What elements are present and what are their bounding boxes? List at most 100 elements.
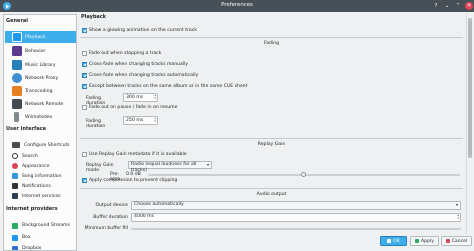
- behavior-icon: [12, 46, 22, 56]
- sidebar-item-notifications[interactable]: Notifications: [5, 182, 76, 190]
- replay-gain-mode-select[interactable]: Radio (equal loudness for all tracks) ▾: [128, 161, 212, 173]
- compression-option[interactable]: Apply compression to prevent clipping: [82, 178, 177, 183]
- window-titlebar[interactable]: Preferences ? ⌄ ⌃ ✕: [0, 0, 474, 12]
- sidebar-item-wiimotedev[interactable]: Wiimotedev: [5, 111, 76, 123]
- glowing-animation-option[interactable]: Show a glowing animation on the current …: [82, 28, 197, 33]
- sidebar-item-configure-shortcuts[interactable]: Configure Shortcuts: [5, 141, 76, 149]
- replay-gain-group-title: Replay Gain: [257, 142, 286, 147]
- fading-duration-spinbox[interactable]: 300 ms ▴ ▾: [123, 93, 158, 102]
- sidebar-item-appearance[interactable]: Appearance: [5, 162, 76, 170]
- compression-checkbox[interactable]: [82, 178, 87, 183]
- apply-button[interactable]: Apply: [410, 236, 439, 246]
- glowing-animation-label: Show a glowing animation on the current …: [89, 28, 197, 33]
- fading-group: Fading Fade out when stopping a track Cr…: [80, 37, 463, 137]
- sidebar-item-label: Wiimotedev: [25, 114, 53, 120]
- sidebar-item-transcoding[interactable]: Transcoding: [5, 85, 76, 97]
- glowing-animation-checkbox[interactable]: [82, 28, 87, 33]
- sidebar-item-label: Internet services: [22, 193, 61, 199]
- minimize-icon[interactable]: ⌄: [443, 2, 451, 10]
- sidebar-item-search[interactable]: Search: [5, 152, 76, 160]
- sidebar-item-network-remote[interactable]: Network Remote: [5, 98, 76, 110]
- apply-button-label: Apply: [421, 238, 434, 244]
- sidebar-item-label: Behavior: [25, 48, 46, 54]
- fading-group-title: Fading: [263, 41, 280, 46]
- background-streams-icon: [12, 222, 18, 229]
- play-icon: [12, 32, 22, 42]
- sidebar-item-label: Search: [22, 153, 38, 159]
- notifications-icon: [12, 183, 18, 189]
- wiimote-icon: [14, 112, 19, 122]
- cancel-button[interactable]: Cancel: [441, 236, 472, 246]
- appearance-icon: [12, 163, 18, 169]
- sidebar-heading-user-interface: User interface: [6, 126, 47, 132]
- sidebar-item-label: Notifications: [22, 183, 51, 189]
- apply-icon: [415, 239, 419, 243]
- output-device-value: Choose automatically: [134, 202, 184, 207]
- sidebar-item-label: Configure Shortcuts: [24, 142, 70, 148]
- buffer-duration-spinbox[interactable]: 4000 ms ▴ ▾: [131, 213, 461, 222]
- transcoding-icon: [12, 86, 22, 96]
- sidebar-item-label: Background Streams: [22, 223, 70, 228]
- spin-arrows-icon[interactable]: ▴ ▾: [154, 94, 156, 100]
- scrollbar-thumb[interactable]: [468, 18, 472, 158]
- replay-gain-group: Replay Gain Use Replay Gain metadata if …: [80, 138, 463, 183]
- except-same-album-checkbox[interactable]: [82, 84, 87, 89]
- pause-fading-duration-value: 250 ms: [126, 118, 144, 123]
- sidebar-item-playback[interactable]: Playback: [5, 31, 76, 43]
- box-icon: [12, 234, 18, 241]
- sidebar-item-label: Appearance: [22, 163, 50, 169]
- sidebar-item-internet-services[interactable]: Internet services: [5, 192, 76, 200]
- output-device-label: Output device: [95, 203, 128, 208]
- use-replay-gain-checkbox[interactable]: [82, 152, 87, 157]
- output-device-select[interactable]: Choose automatically ▾: [131, 201, 461, 210]
- sidebar-heading-internet-providers: Internet providers: [6, 206, 58, 212]
- maximize-icon[interactable]: ⌃: [454, 2, 462, 10]
- close-icon[interactable]: ✕: [465, 2, 473, 10]
- except-same-album-option[interactable]: Except between tracks on the same album …: [82, 84, 247, 89]
- sidebar-item-song-information[interactable]: Song information: [5, 172, 76, 180]
- sidebar-item-network-proxy[interactable]: Network Proxy: [5, 72, 76, 84]
- search-icon: [12, 153, 18, 159]
- buffer-duration-label: Buffer duration: [93, 215, 128, 220]
- fade-pause-resume-option[interactable]: Fade out on pause / fade in on resume: [82, 105, 177, 110]
- use-replay-gain-option[interactable]: Use Replay Gain metadata if it is availa…: [82, 152, 187, 157]
- check-icon: [387, 239, 392, 243]
- song-info-icon: [12, 173, 18, 179]
- sidebar-item-label: Network Proxy: [25, 75, 59, 81]
- sidebar-item-behavior[interactable]: Behavior: [5, 45, 76, 57]
- help-icon[interactable]: ?: [432, 2, 440, 10]
- spin-arrows-icon[interactable]: ▴ ▾: [457, 214, 459, 220]
- sidebar-item-dropbox[interactable]: Dropbox: [5, 244, 76, 250]
- fade-out-on-stop-option[interactable]: Fade out when stopping a track: [82, 51, 161, 56]
- crossfade-auto-option[interactable]: Cross-fade when changing tracks automati…: [82, 73, 198, 78]
- pause-fading-duration-spinbox[interactable]: 250 ms ▴ ▾: [123, 116, 158, 125]
- sidebar-item-label: Song information: [22, 173, 62, 179]
- fade-out-on-stop-checkbox[interactable]: [82, 51, 87, 56]
- sidebar-item-box[interactable]: Box: [5, 233, 76, 242]
- sidebar-item-label: Transcoding: [25, 88, 53, 94]
- dialog-button-bar: OK Apply Cancel: [380, 236, 472, 247]
- page-title: Playback: [81, 14, 107, 20]
- chevron-down-icon: ▾: [206, 162, 209, 167]
- music-library-icon: [12, 60, 22, 70]
- minimum-buffer-fill-label: Minimum buffer fill: [84, 226, 128, 231]
- cancel-icon: [445, 239, 450, 243]
- sidebar-item-music-library[interactable]: Music Library: [5, 59, 76, 71]
- content-scrollbar[interactable]: [466, 14, 472, 234]
- sidebar-item-label: Network Remote: [25, 101, 64, 107]
- minimum-buffer-fill-slider[interactable]: [131, 228, 461, 230]
- crossfade-manual-label: Cross-fade when changing tracks manually: [89, 62, 189, 67]
- sidebar-item-label: Music Library: [25, 62, 56, 68]
- crossfade-auto-label: Cross-fade when changing tracks automati…: [89, 73, 199, 78]
- spin-arrows-icon[interactable]: ▴ ▾: [154, 117, 156, 123]
- buffer-duration-value: 4000 ms: [134, 214, 155, 219]
- fade-pause-resume-checkbox[interactable]: [82, 105, 87, 110]
- sidebar-item-background-streams[interactable]: Background Streams: [5, 221, 76, 230]
- crossfade-manual-option[interactable]: Cross-fade when changing tracks manually: [82, 62, 188, 67]
- crossfade-auto-checkbox[interactable]: [82, 73, 87, 78]
- sidebar[interactable]: General Playback Behavior Music Library …: [3, 14, 77, 251]
- preamp-slider-handle[interactable]: [301, 172, 306, 177]
- internet-services-icon: [12, 193, 18, 199]
- crossfade-manual-checkbox[interactable]: [82, 62, 87, 67]
- ok-button[interactable]: OK: [380, 236, 407, 246]
